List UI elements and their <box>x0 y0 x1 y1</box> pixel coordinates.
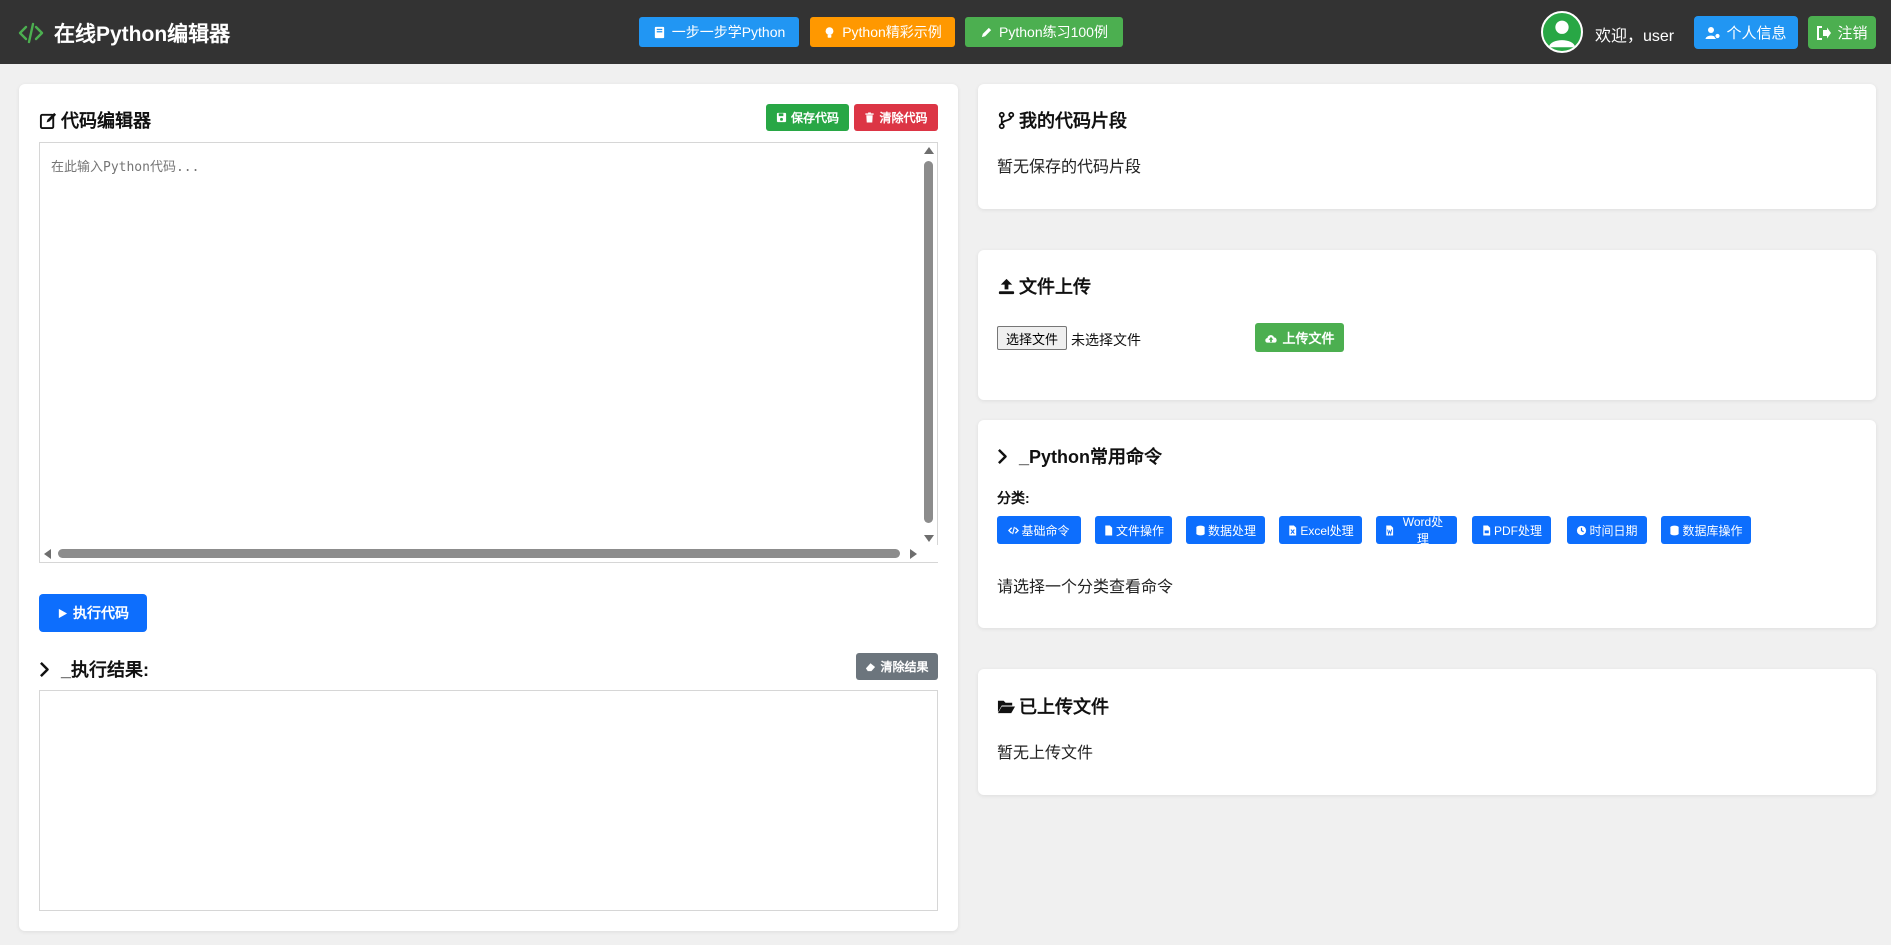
upload-card <box>978 250 1876 400</box>
nav-learn-python-button[interactable]: 一步一步学Python <box>639 17 799 47</box>
file-word-icon <box>1386 524 1394 536</box>
sign-out-icon <box>1817 25 1832 40</box>
snippets-title: 我的代码片段 <box>997 107 1127 133</box>
book-icon <box>654 26 664 38</box>
category-pdf-button[interactable]: PDF处理 <box>1472 516 1551 544</box>
commands-title: _Python常用命令 <box>997 443 1162 469</box>
code-editor <box>39 142 939 563</box>
trash-icon <box>865 112 875 123</box>
category-word-button[interactable]: Word处理 <box>1376 515 1457 546</box>
clear-code-button[interactable]: 清除代码 <box>854 104 938 131</box>
nav-examples-button[interactable]: Python精彩示例 <box>810 17 955 47</box>
file-excel-icon <box>1289 524 1297 536</box>
welcome-text: 欢迎，user <box>1595 28 1675 45</box>
result-title: _执行结果: <box>39 656 149 682</box>
category-label: 分类: <box>997 490 1030 506</box>
category-data-button[interactable]: 数据处理 <box>1186 516 1265 544</box>
code-input[interactable] <box>40 153 920 543</box>
editor-title: 代码编辑器 <box>39 107 151 133</box>
snippets-title-text: 我的代码片段 <box>1019 111 1127 131</box>
database-icon <box>1196 525 1205 535</box>
eraser-icon <box>866 663 876 672</box>
user-icon <box>1548 20 1576 48</box>
result-title-text: _执行结果: <box>61 660 150 680</box>
snippets-card <box>978 84 1876 209</box>
horizontal-scroll-thumb[interactable] <box>58 549 900 558</box>
upload-title: 文件上传 <box>997 273 1091 299</box>
scroll-left-arrow-icon[interactable] <box>44 549 51 559</box>
brand[interactable]: 在线Python编辑器 <box>18 18 230 48</box>
scroll-down-arrow-icon[interactable] <box>924 535 934 542</box>
logout-button[interactable]: 注销 <box>1808 16 1876 49</box>
category-datetime-button[interactable]: 时间日期 <box>1567 516 1647 544</box>
uploaded-files-title-text: 已上传文件 <box>1019 697 1109 717</box>
result-output <box>39 690 938 911</box>
uploaded-files-title: 已上传文件 <box>997 693 1109 719</box>
code-icon <box>18 22 44 44</box>
terminal-icon <box>998 448 1007 464</box>
clock-icon <box>1577 525 1587 535</box>
brand-title: 在线Python编辑器 <box>54 23 231 46</box>
editor-horizontal-scrollbar[interactable] <box>40 545 939 562</box>
play-icon <box>58 608 68 618</box>
file-status-text: 未选择文件 <box>1071 332 1141 348</box>
category-data-label: 数据处理 <box>1207 523 1256 538</box>
code-icon <box>1008 526 1020 534</box>
logout-label: 注销 <box>1837 25 1868 42</box>
profile-label: 个人信息 <box>1726 25 1787 42</box>
commands-title-text: _Python常用命令 <box>1019 447 1163 467</box>
snippets-empty-text: 暂无保存的代码片段 <box>997 159 1142 176</box>
nav-exercises-button[interactable]: Python练习100例 <box>965 17 1123 47</box>
category-database-label: 数据库操作 <box>1682 523 1743 538</box>
category-excel-button[interactable]: Excel处理 <box>1279 516 1362 544</box>
top-navbar: 在线Python编辑器 一步一步学Python Python精彩示例 Pytho… <box>0 0 1891 64</box>
save-code-button[interactable]: 保存代码 <box>766 104 849 131</box>
category-basic-label: 基础命令 <box>1021 523 1070 538</box>
cloud-upload-icon <box>1265 334 1278 343</box>
category-datetime-label: 时间日期 <box>1589 523 1638 538</box>
category-database-button[interactable]: 数据库操作 <box>1661 516 1751 544</box>
run-code-label: 执行代码 <box>73 605 129 621</box>
vertical-scroll-thumb[interactable] <box>924 161 933 523</box>
category-pdf-label: PDF处理 <box>1493 523 1542 538</box>
clear-result-label: 清除结果 <box>880 660 929 674</box>
user-gear-icon <box>1705 26 1722 39</box>
scroll-up-arrow-icon[interactable] <box>924 147 934 154</box>
editor-title-text: 代码编辑器 <box>61 111 151 131</box>
category-word-label: Word处理 <box>1402 515 1444 546</box>
category-basic-button[interactable]: 基础命令 <box>997 516 1081 544</box>
profile-button[interactable]: 个人信息 <box>1694 16 1798 49</box>
file-pdf-icon <box>1483 524 1491 536</box>
nav-exercises-label: Python练习100例 <box>999 24 1108 40</box>
uploaded-files-empty-text: 暂无上传文件 <box>997 745 1094 762</box>
terminal-icon <box>40 661 49 677</box>
avatar[interactable] <box>1541 11 1583 53</box>
folder-open-icon <box>997 700 1016 713</box>
upload-title-text: 文件上传 <box>1019 277 1091 297</box>
code-branch-icon <box>998 111 1015 129</box>
upload-file-label: 上传文件 <box>1282 331 1335 346</box>
nav-examples-label: Python精彩示例 <box>842 24 942 40</box>
save-code-label: 保存代码 <box>790 111 839 125</box>
commands-hint-text: 请选择一个分类查看命令 <box>997 579 1174 596</box>
scroll-right-arrow-icon[interactable] <box>910 549 917 559</box>
upload-icon <box>998 278 1015 294</box>
upload-file-button[interactable]: 上传文件 <box>1255 323 1344 352</box>
lightbulb-icon <box>825 26 834 38</box>
file-icon <box>1105 524 1113 536</box>
database-icon <box>1670 525 1680 535</box>
category-excel-label: Excel处理 <box>1300 523 1354 538</box>
choose-file-button[interactable]: 选择文件 <box>997 326 1067 350</box>
run-code-button[interactable]: 执行代码 <box>39 594 147 632</box>
uploaded-files-card <box>978 669 1876 795</box>
pencil-icon <box>981 27 992 37</box>
clear-result-button[interactable]: 清除结果 <box>856 653 938 680</box>
nav-learn-python-label: 一步一步学Python <box>671 24 786 40</box>
category-file-button[interactable]: 文件操作 <box>1095 516 1172 544</box>
edit-icon <box>39 112 57 129</box>
editor-vertical-scrollbar[interactable] <box>920 143 937 547</box>
floppy-icon <box>776 112 787 123</box>
category-file-label: 文件操作 <box>1116 523 1165 538</box>
clear-code-label: 清除代码 <box>879 111 928 125</box>
